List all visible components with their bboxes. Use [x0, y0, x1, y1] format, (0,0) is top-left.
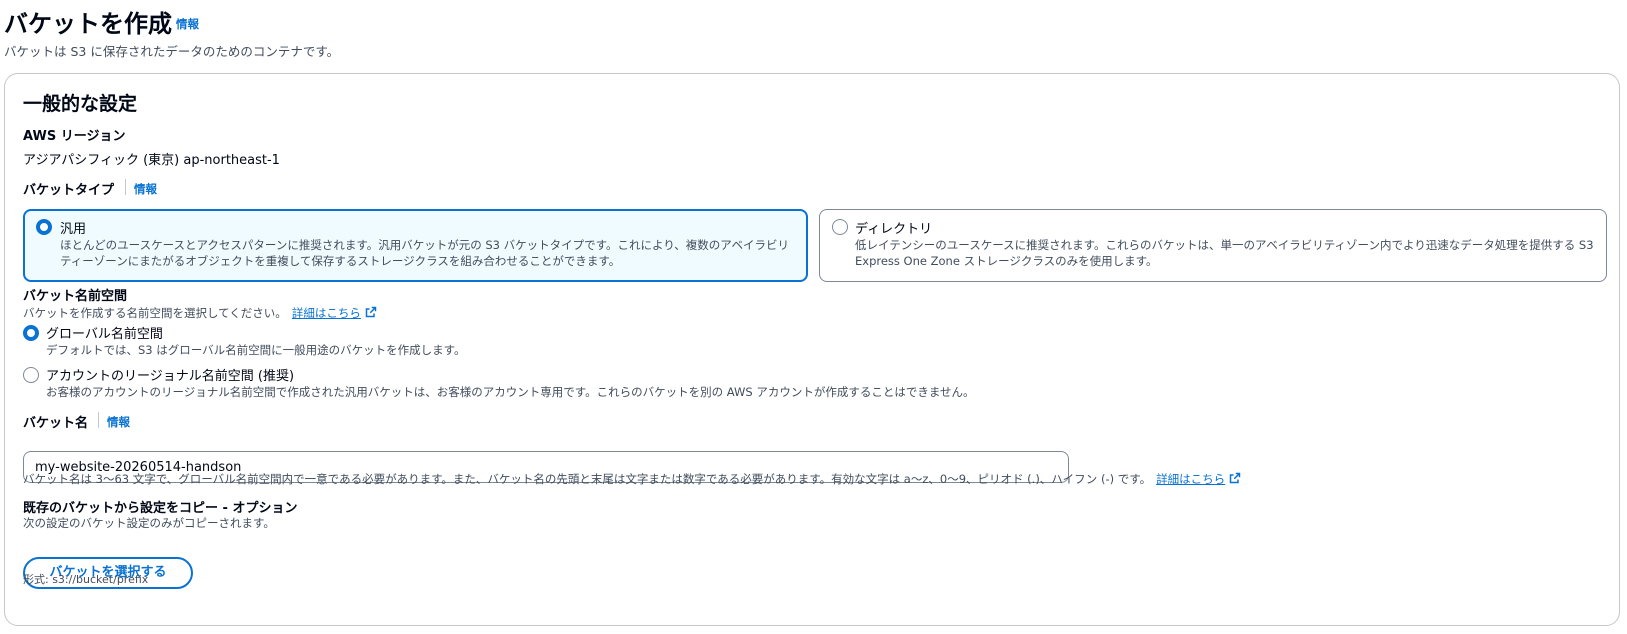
- namespace-regional-description: お客様のアカウントのリージョナル名前空間で作成された汎用バケットは、お客様のアカ…: [46, 385, 975, 399]
- external-link-icon: [365, 306, 377, 318]
- namespace-description: バケットを作成する名前空間を選択してください。: [23, 306, 287, 320]
- region-label: AWS リージョン: [23, 129, 126, 144]
- bucket-type-general-purpose-description: ほとんどのユースケースとアクセスパターンに推奨されます。汎用バケットが元の S3…: [60, 238, 790, 268]
- namespace-regional-radio[interactable]: [23, 367, 39, 383]
- copy-settings-description: 次の設定のバケット設定のみがコピーされます。: [23, 516, 275, 530]
- page-description: バケットは S3 に保存されたデータのためのコンテナです。: [4, 44, 340, 59]
- label-divider: [98, 412, 99, 428]
- copy-settings-label: 既存のバケットから設定をコピー - オプション: [23, 501, 298, 516]
- section-title: 一般的な設定: [23, 93, 138, 115]
- bucket-type-info-link[interactable]: 情報: [134, 181, 157, 197]
- bucket-type-general-purpose-title: 汎用: [60, 222, 87, 237]
- bucket-type-general-purpose-tile[interactable]: 汎用 ほとんどのユースケースとアクセスパターンに推奨されます。汎用バケットが元の…: [23, 209, 808, 282]
- bucket-type-directory-radio[interactable]: [832, 219, 848, 235]
- bucket-type-directory-description: 低レイテンシーのユースケースに推奨されます。これらのバケットは、単一のアベイラビ…: [855, 238, 1594, 268]
- copy-settings-format-hint: 形式: s3://bucket/prefix: [23, 573, 149, 586]
- namespace-description-row: バケットを作成する名前空間を選択してください。 詳細はこちら: [23, 302, 377, 321]
- namespace-learn-more-link[interactable]: 詳細はこちら: [292, 306, 377, 320]
- region-value: アジアパシフィック (東京) ap-northeast-1: [23, 153, 280, 168]
- namespace-regional-title[interactable]: アカウントのリージョナル名前空間 (推奨): [46, 365, 294, 384]
- bucket-type-directory-title: ディレクトリ: [855, 222, 933, 237]
- bucket-type-general-purpose-radio[interactable]: [36, 219, 52, 235]
- bucket-name-info-link[interactable]: 情報: [107, 414, 130, 430]
- page-info-link[interactable]: 情報: [176, 16, 199, 32]
- namespace-global-title[interactable]: グローバル名前空間: [46, 323, 163, 342]
- bucket-name-learn-more-label: 詳細はこちら: [1156, 472, 1226, 486]
- bucket-type-directory-tile[interactable]: ディレクトリ 低レイテンシーのユースケースに推奨されます。これらのバケットは、単…: [819, 209, 1607, 282]
- namespace-learn-more-label: 詳細はこちら: [291, 306, 361, 320]
- bucket-name-hint: バケット名は 3〜63 文字で、グローバル名前空間内で一意である必要があります。…: [23, 472, 1152, 486]
- bucket-type-label: バケットタイプ: [23, 183, 115, 198]
- label-divider: [125, 179, 126, 195]
- external-link-icon: [1229, 472, 1241, 484]
- bucket-name-hint-row: バケット名は 3〜63 文字で、グローバル名前空間内で一意である必要があります。…: [23, 468, 1241, 487]
- page-title: バケットを作成: [4, 10, 172, 38]
- bucket-name-learn-more-link[interactable]: 詳細はこちら: [1156, 472, 1241, 486]
- namespace-global-radio[interactable]: [23, 325, 39, 341]
- namespace-global-description: デフォルトでは、S3 はグローバル名前空間に一般用途のバケットを作成します。: [46, 343, 466, 357]
- bucket-name-label: バケット名: [23, 416, 89, 431]
